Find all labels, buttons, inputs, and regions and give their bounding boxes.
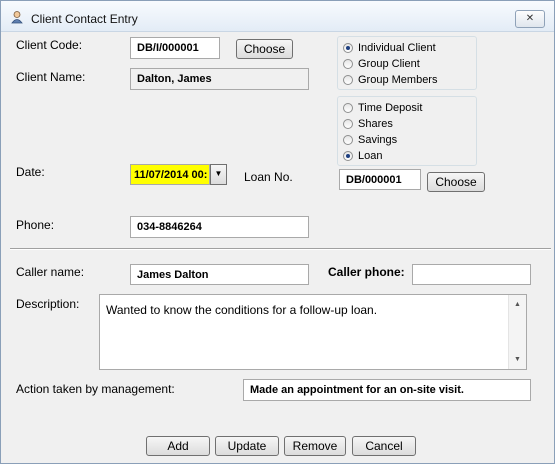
section-divider [10, 248, 551, 250]
radio-dot [343, 59, 353, 69]
description-label: Description: [16, 297, 80, 311]
date-label: Date: [16, 165, 45, 179]
date-input[interactable]: 11/07/2014 00: [130, 164, 210, 185]
user-icon [11, 11, 23, 24]
description-scrollbar[interactable]: ▲ ▼ [508, 295, 526, 369]
chevron-down-icon: ▼ [214, 169, 223, 178]
remove-button[interactable]: Remove [284, 436, 346, 456]
client-contact-window: Client Contact Entry ✕ Client Code: DB/I… [0, 0, 555, 464]
client-name-label: Client Name: [16, 70, 86, 84]
radio-label: Loan [358, 150, 383, 162]
radio-dot [343, 151, 353, 161]
loan-no-input[interactable]: DB/000001 [339, 169, 421, 190]
title-bar: Client Contact Entry ✕ [1, 1, 554, 32]
caller-name-label: Caller name: [16, 265, 85, 279]
phone-field[interactable]: 034-8846264 [130, 216, 309, 238]
radio-label: Time Deposit [358, 102, 423, 114]
caller-phone-input[interactable] [412, 264, 531, 285]
client-code-label: Client Code: [16, 38, 83, 52]
radio-label: Individual Client [358, 42, 436, 54]
add-button[interactable]: Add [146, 436, 210, 456]
loan-no-label: Loan No. [244, 170, 293, 184]
radio-dot [343, 103, 353, 113]
client-choose-button[interactable]: Choose [236, 39, 293, 59]
client-type-group: Individual Client Group Client Group Mem… [337, 36, 477, 90]
description-textarea[interactable]: Wanted to know the conditions for a foll… [99, 294, 527, 370]
account-type-group: Time Deposit Shares Savings Loan [337, 96, 477, 166]
window-title: Client Contact Entry [31, 12, 138, 26]
cancel-button[interactable]: Cancel [352, 436, 416, 456]
close-icon: ✕ [525, 13, 535, 24]
client-name-field: Dalton, James [130, 68, 309, 90]
description-text: Wanted to know the conditions for a foll… [106, 303, 378, 317]
caller-phone-label: Caller phone: [328, 265, 405, 279]
scroll-down-icon[interactable]: ▼ [514, 356, 521, 363]
client-code-input[interactable]: DB/I/000001 [130, 37, 220, 59]
caller-name-input[interactable]: James Dalton [130, 264, 309, 285]
radio-label: Group Members [358, 74, 438, 86]
phone-label: Phone: [16, 218, 55, 232]
radio-dot [343, 135, 353, 145]
date-dropdown-button[interactable]: ▼ [210, 164, 227, 185]
action-input[interactable]: Made an appointment for an on-site visit… [243, 379, 531, 401]
loan-choose-button[interactable]: Choose [427, 172, 485, 192]
action-label: Action taken by management: [16, 382, 175, 396]
scroll-up-icon[interactable]: ▲ [514, 301, 521, 308]
radio-dot [343, 75, 353, 85]
radio-label: Group Client [358, 58, 420, 70]
radio-label: Shares [358, 118, 393, 130]
update-button[interactable]: Update [215, 436, 279, 456]
radio-dot [343, 119, 353, 129]
radio-dot [343, 43, 353, 53]
close-button[interactable]: ✕ [515, 10, 545, 28]
radio-label: Savings [358, 134, 398, 146]
